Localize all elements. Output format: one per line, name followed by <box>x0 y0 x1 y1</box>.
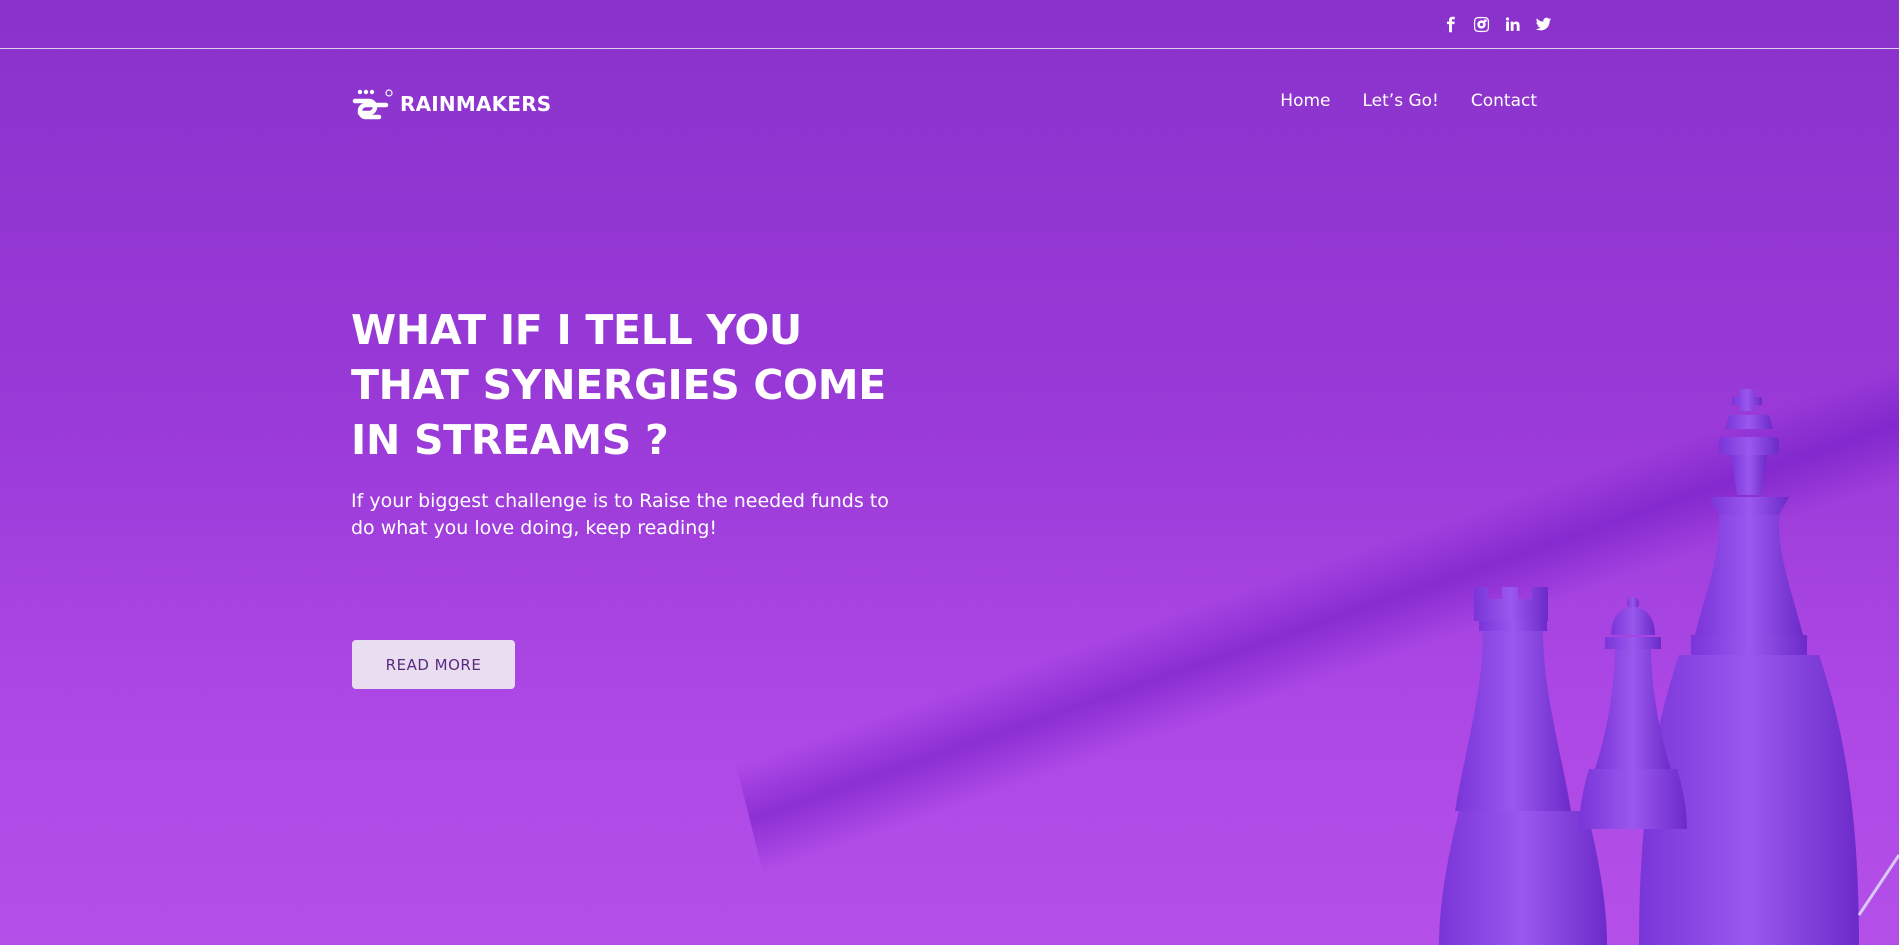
hero-title: WHAT IF I TELL YOU THAT SYNERGIES COME I… <box>351 306 886 464</box>
nav-home[interactable]: Home <box>1280 91 1330 111</box>
chess-pieces-image <box>1439 389 1899 945</box>
twitter-icon[interactable] <box>1533 14 1553 34</box>
linkedin-icon[interactable] <box>1502 14 1522 34</box>
main-nav: Home Let’s Go! Contact <box>1280 91 1537 111</box>
site-header: RAINMAKERS Home Let’s Go! Contact <box>352 83 1537 123</box>
brand-logo[interactable]: RAINMAKERS <box>352 87 551 121</box>
nav-lets-go[interactable]: Let’s Go! <box>1363 91 1439 111</box>
social-links <box>1440 14 1553 34</box>
top-bar <box>0 0 1899 49</box>
instagram-icon[interactable] <box>1471 14 1491 34</box>
hero-section: WHAT IF I TELL YOU THAT SYNERGIES COME I… <box>351 303 911 542</box>
brand-name: RAINMAKERS <box>400 92 552 116</box>
nav-contact[interactable]: Contact <box>1471 91 1537 111</box>
rainmakers-logo-icon <box>352 89 393 120</box>
hero-subtitle: If your biggest challenge is to Raise th… <box>351 490 889 539</box>
facebook-icon[interactable] <box>1440 14 1460 34</box>
read-more-button[interactable]: READ MORE <box>352 640 515 689</box>
